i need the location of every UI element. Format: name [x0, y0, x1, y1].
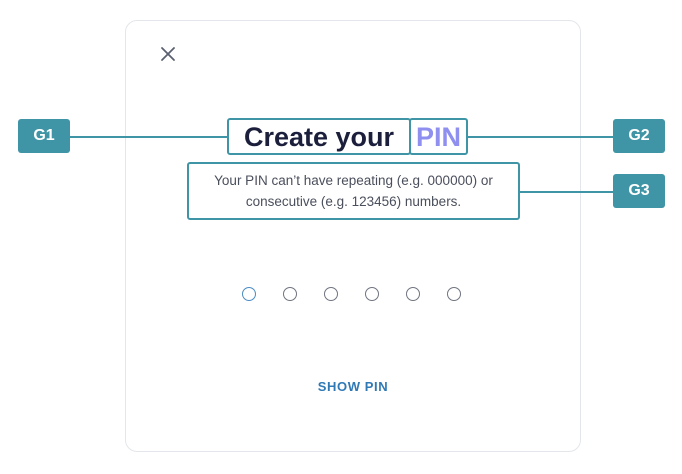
stage: Create your PIN Your PIN can’t have repe…	[0, 0, 682, 474]
callout-g3: G3	[613, 174, 665, 208]
annotation-box-g1	[227, 118, 411, 155]
callout-g2: G2	[613, 119, 665, 153]
pin-dot	[406, 287, 420, 301]
annotation-box-g2	[409, 118, 468, 155]
leader-line-g1	[70, 136, 228, 138]
pin-rules-text: Your PIN can’t have repeating (e.g. 0000…	[214, 173, 493, 209]
show-pin-button[interactable]: SHOW PIN	[303, 376, 403, 398]
leader-line-g2	[467, 136, 614, 138]
pin-entry[interactable]	[242, 287, 461, 301]
pin-dot	[242, 287, 256, 301]
close-icon	[161, 47, 175, 61]
callout-g1: G1	[18, 119, 70, 153]
pin-dot	[365, 287, 379, 301]
pin-dot	[324, 287, 338, 301]
close-button[interactable]	[158, 44, 178, 64]
pin-dot	[283, 287, 297, 301]
pin-dot	[447, 287, 461, 301]
leader-line-g3	[519, 191, 614, 193]
